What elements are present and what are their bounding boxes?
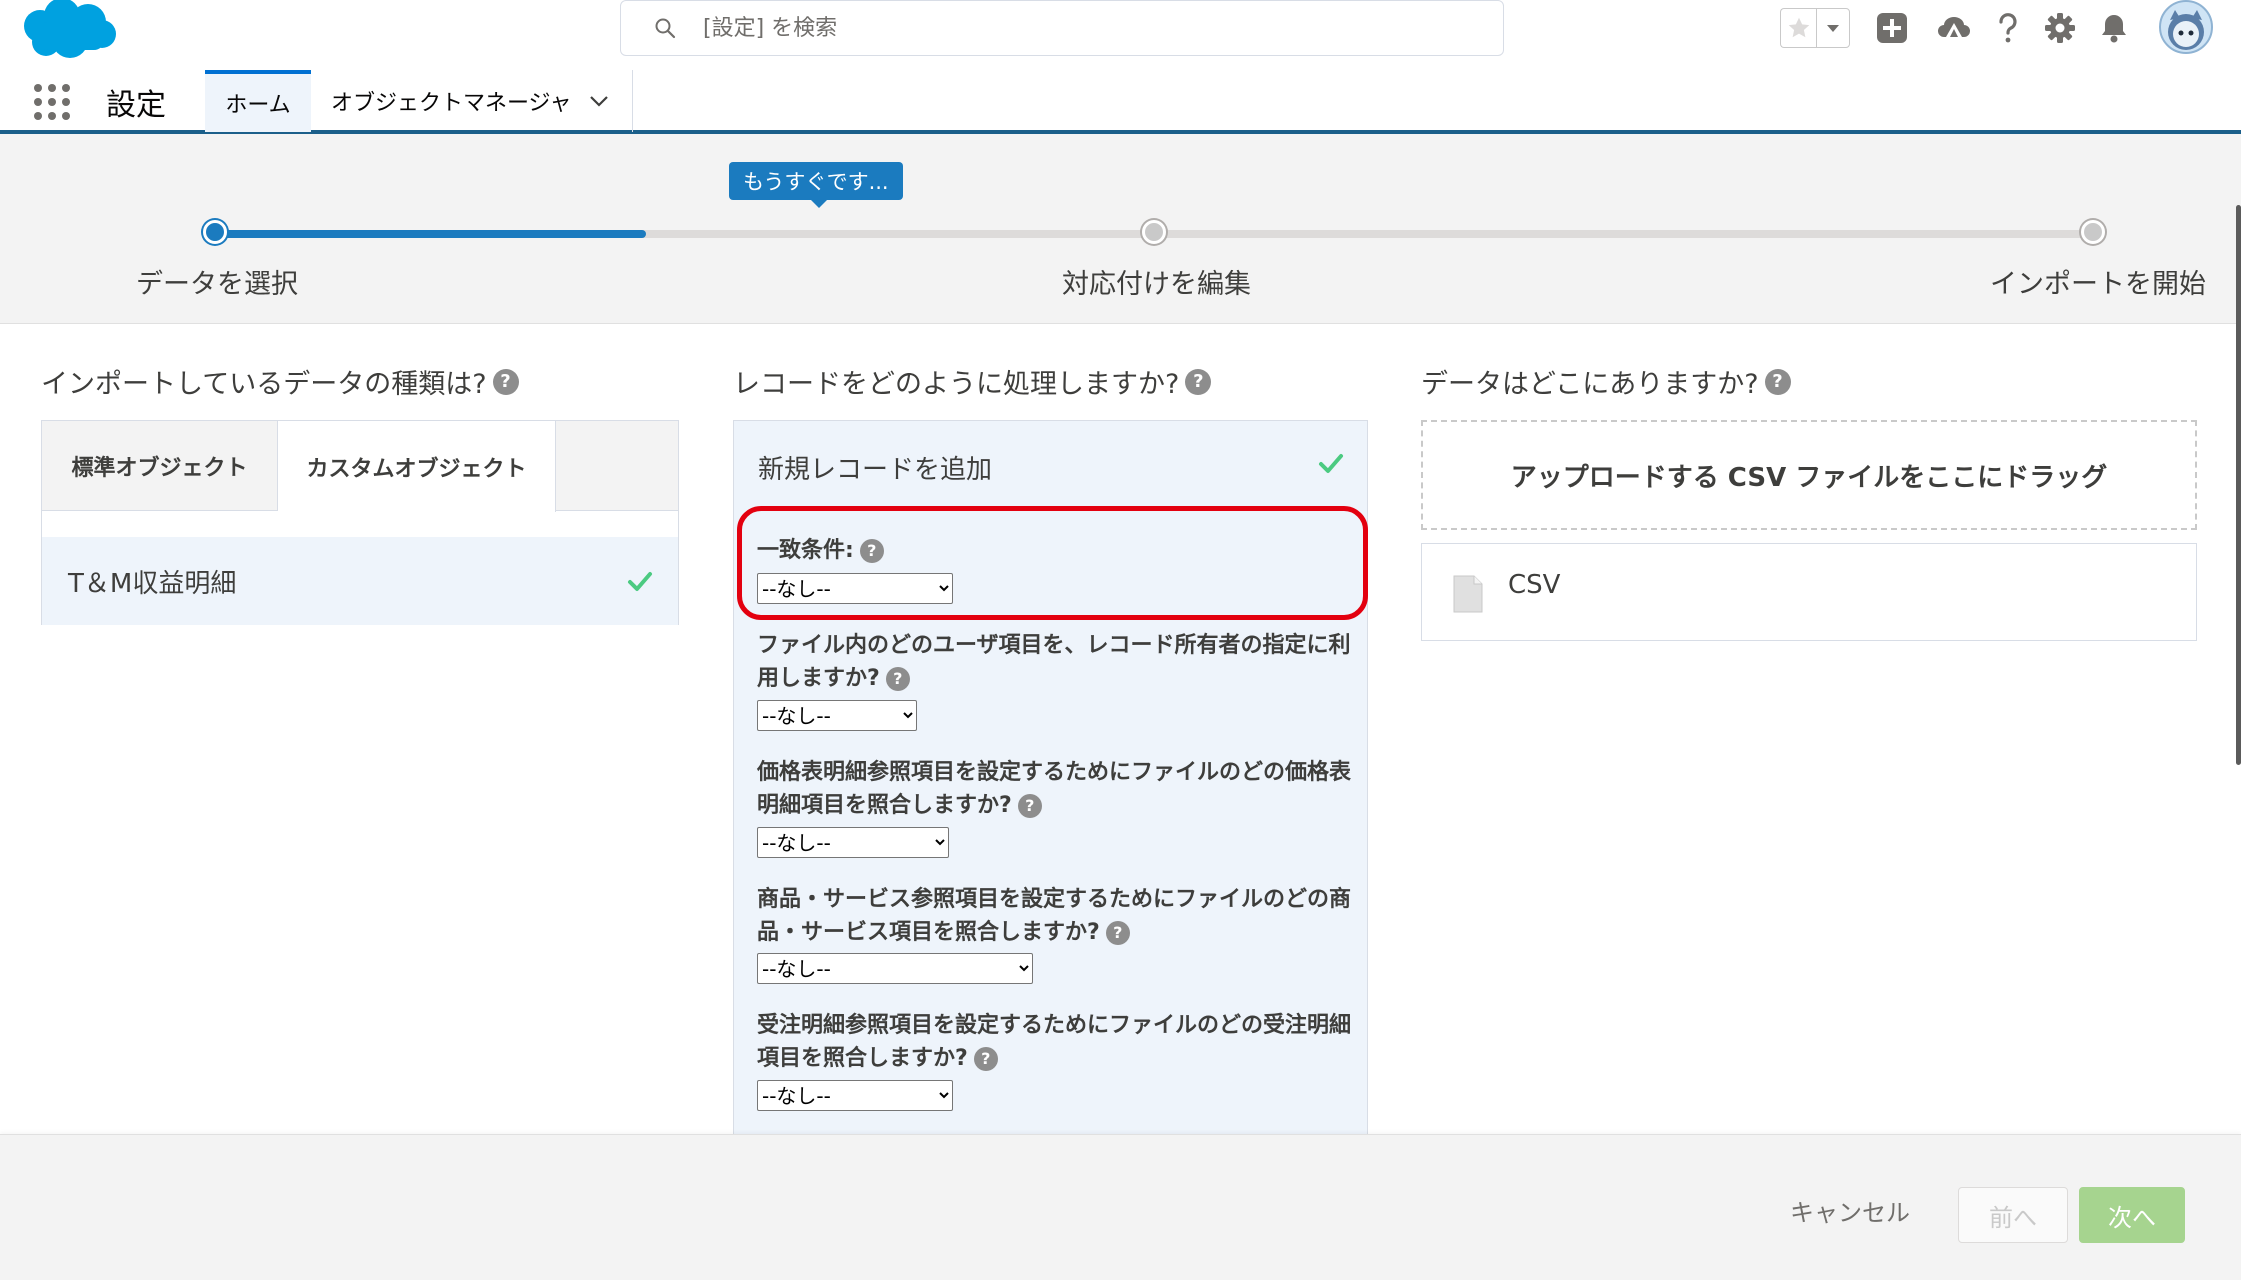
product-field-label-line2: 品・サービス項目を照合しますか? [757, 920, 1100, 945]
help-icon[interactable]: ? [973, 1046, 998, 1071]
data-location-heading-text: データはどこにありますか? [1421, 369, 1759, 400]
add-icon [1877, 13, 1907, 43]
tab-custom-objects[interactable]: カスタムオブジェクト [278, 421, 556, 512]
trailhead-button[interactable] [1934, 8, 1974, 48]
object-type-panel: 標準オブジェクト カスタムオブジェクト T＆M収益明細 [41, 420, 679, 625]
app-name: 設定 [106, 88, 166, 123]
cancel-button[interactable]: キャンセル [1790, 1193, 1910, 1228]
csv-source-option[interactable]: CSV [1421, 543, 2197, 641]
pricebook-entry-field-select[interactable]: --なし-- [757, 827, 949, 858]
favorites-group [1780, 8, 1852, 48]
product-field-select[interactable]: --なし-- [757, 953, 1033, 984]
avatar[interactable] [2159, 0, 2213, 54]
product-field-label-line1: 商品・サービス参照項目を設定するためにファイルのどの商 [757, 887, 1352, 912]
tab-object-manager[interactable]: オブジェクトマネージャ [311, 70, 633, 132]
app-navigation: 設定 ホーム オブジェクトマネージャ [0, 70, 2241, 134]
help-icon[interactable]: ? [492, 368, 519, 395]
progress-tooltip: もうすぐです... [729, 162, 903, 208]
app-launcher-icon[interactable] [34, 84, 70, 120]
object-list-item[interactable]: T＆M収益明細 [42, 537, 678, 625]
tab-standard-objects[interactable]: 標準オブジェクト [42, 421, 278, 511]
pricebook-entry-field-label-line1: 価格表明細参照項目を設定するためにファイルのどの価格表 [757, 760, 1352, 785]
order-item-field-label-line1: 受注明細参照項目を設定するためにファイルのどの受注明細 [757, 1013, 1352, 1038]
help-icon[interactable]: ? [1017, 793, 1042, 818]
step-dot-edit-mapping [1142, 220, 1166, 244]
gear-icon [2045, 13, 2075, 43]
product-field-label: 商品・サービス参照項目を設定するためにファイルのどの商 品・サービス項目を照合し… [757, 883, 1357, 949]
record-action-heading: レコードをどのように処理しますか? ? [733, 362, 1212, 401]
help-icon [1999, 13, 2017, 43]
chevron-down-icon [1827, 25, 1839, 32]
tab-home[interactable]: ホーム [205, 70, 311, 132]
step-dot-start-import [2081, 220, 2105, 244]
order-item-field-select[interactable]: --なし-- [757, 1080, 953, 1111]
wizard-footer: キャンセル 前へ 次へ [0, 1134, 2241, 1280]
help-icon[interactable]: ? [885, 666, 910, 691]
order-item-field-label: 受注明細参照項目を設定するためにファイルのどの受注明細 項目を照合しますか? ? [757, 1009, 1357, 1075]
record-owner-field-label-line2: 用しますか? [757, 666, 880, 691]
data-type-heading: インポートしているデータの種類は? ? [41, 362, 519, 401]
astro-avatar-icon [2168, 10, 2204, 50]
object-type-tabs: 標準オブジェクト カスタムオブジェクト [42, 421, 678, 512]
setup-button[interactable] [2040, 8, 2080, 48]
star-icon [1788, 17, 1809, 38]
chevron-down-icon[interactable] [588, 90, 610, 112]
help-icon[interactable]: ? [1185, 368, 1212, 395]
favorite-button[interactable] [1780, 8, 1816, 48]
step-label-edit-mapping: 対応付けを編集 [1062, 269, 1251, 300]
file-icon [1453, 575, 1483, 613]
page-scrollbar[interactable] [2236, 205, 2241, 765]
pricebook-entry-field-label: 価格表明細参照項目を設定するためにファイルのどの価格表 明細項目を照合しますか?… [757, 756, 1357, 822]
record-owner-field-label: ファイル内のどのユーザ項目を、レコード所有者の指定に利 用しますか? ? [757, 629, 1357, 695]
global-search[interactable] [620, 0, 1504, 56]
wizard-progress: もうすぐです... データを選択 対応付けを編集 インポートを開始 [0, 134, 2241, 324]
data-type-heading-text: インポートしているデータの種類は? [41, 369, 487, 400]
bell-icon [2102, 15, 2126, 43]
help-icon[interactable]: ? [1105, 920, 1130, 945]
help-button[interactable] [1988, 8, 2028, 48]
search-icon [655, 18, 676, 39]
step-label-start-import: インポートを開始 [1990, 269, 2206, 300]
global-header [0, 0, 2241, 70]
pricebook-entry-field-label-line2: 明細項目を照合しますか? [757, 793, 1012, 818]
search-input[interactable] [703, 15, 1463, 41]
data-location-heading: データはどこにありますか? ? [1421, 362, 1791, 401]
tab-object-manager-label: オブジェクトマネージャ [331, 91, 572, 116]
step-dot-select-data [203, 220, 227, 244]
add-new-records-option[interactable]: 新規レコードを追加 [758, 449, 992, 486]
next-button[interactable]: 次へ [2079, 1187, 2185, 1243]
record-owner-field-label-line1: ファイル内のどのユーザ項目を、レコード所有者の指定に利 [757, 633, 1351, 658]
csv-label: CSV [1508, 570, 1561, 600]
trailhead-icon [1938, 17, 1970, 37]
global-actions-button[interactable] [1872, 8, 1912, 48]
help-icon[interactable]: ? [1764, 368, 1791, 395]
notifications-button[interactable] [2094, 8, 2134, 48]
checkmark-icon [628, 572, 652, 591]
order-item-field-label-line2: 項目を照合しますか? [757, 1046, 968, 1071]
favorites-list-button[interactable] [1816, 8, 1850, 48]
step-label-select-data: データを選択 [136, 269, 298, 300]
csv-drop-zone[interactable]: アップロードする CSV ファイルをここにドラッグ [1421, 420, 2197, 530]
checkmark-icon [1319, 454, 1343, 473]
highlight-box [737, 506, 1368, 620]
progress-fill [214, 230, 647, 238]
record-owner-field-select[interactable]: --なし-- [757, 700, 917, 731]
salesforce-cloud-logo[interactable] [18, 0, 118, 60]
object-name: T＆M収益明細 [68, 568, 237, 599]
previous-button[interactable]: 前へ [1958, 1187, 2068, 1243]
record-action-heading-text: レコードをどのように処理しますか? [733, 369, 1180, 400]
